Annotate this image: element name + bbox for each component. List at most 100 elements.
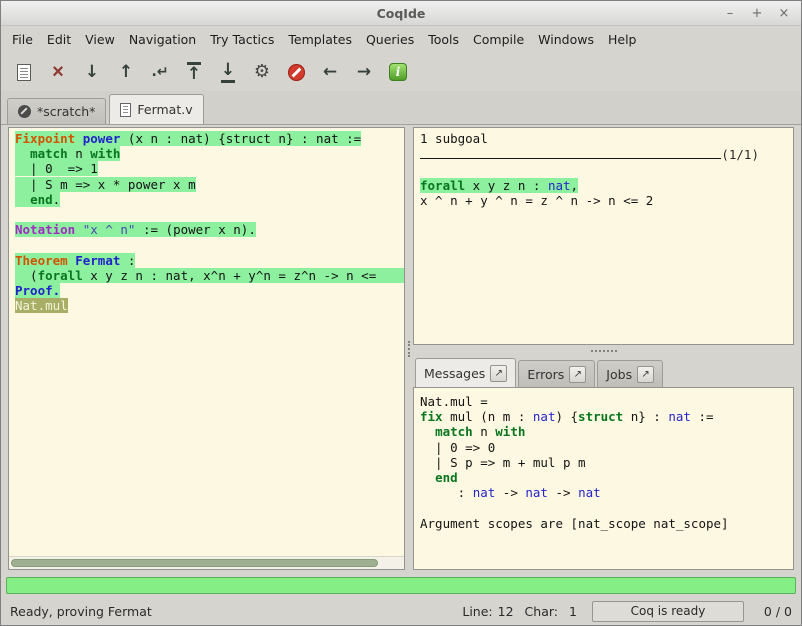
code-line: Notation "x ^ n" := (power x n). — [15, 222, 404, 237]
tab-errors[interactable]: Errors ↗ — [518, 360, 595, 387]
minimize-button[interactable]: – — [724, 7, 736, 20]
progress-bar — [6, 577, 796, 594]
menu-file[interactable]: File — [5, 28, 40, 51]
code-line: (1/1) — [420, 147, 787, 162]
tab-scratch-label: *scratch* — [37, 104, 95, 119]
code-line: 1 subgoal — [420, 131, 787, 146]
script-editor-pane: Fixpoint power (x n : nat) {struct n} : … — [8, 127, 405, 570]
goal-separator-rule — [420, 158, 721, 159]
line-label: Line: — [462, 604, 492, 619]
close-window-button[interactable]: × — [778, 7, 790, 20]
gear-icon: ⚙ — [254, 63, 270, 81]
char-label: Char: — [525, 604, 558, 619]
menu-bar: File Edit View Navigation Try Tactics Te… — [1, 26, 801, 53]
buffer-tab-strip: *scratch* Fermat.v — [1, 91, 801, 125]
code-line: match n with — [420, 424, 787, 439]
tab-jobs-label: Jobs — [606, 367, 632, 382]
up-to-start-icon: ↑ — [187, 62, 201, 83]
status-message: Ready, proving Fermat — [10, 604, 462, 619]
menu-queries[interactable]: Queries — [359, 28, 421, 51]
main-area: Fixpoint power (x n : nat) {struct n} : … — [1, 125, 801, 573]
code-line: | 0 => 0 — [420, 440, 787, 455]
document-icon — [120, 103, 131, 117]
code-line: end — [420, 470, 787, 485]
close-buffer-button[interactable]: × — [43, 57, 73, 87]
tab-fermat[interactable]: Fermat.v — [109, 94, 203, 124]
coq-status-indicator: Coq is ready — [592, 601, 744, 622]
code-line: end. — [15, 192, 404, 207]
code-line: Fixpoint power (x n : nat) {struct n} : … — [15, 131, 404, 146]
detach-jobs-button[interactable]: ↗ — [637, 366, 654, 383]
tab-errors-label: Errors — [527, 367, 564, 382]
info-icon: i — [389, 63, 407, 81]
code-line: | 0 => 1 — [15, 161, 404, 176]
step-backward-button[interactable]: ↑ — [111, 57, 141, 87]
line-value: 12 — [498, 604, 514, 619]
code-line — [420, 500, 787, 515]
maximize-button[interactable]: + — [751, 7, 763, 20]
menu-try-tactics[interactable]: Try Tactics — [203, 28, 281, 51]
code-line — [420, 162, 787, 177]
right-arrow-icon: → — [357, 64, 371, 81]
menu-windows[interactable]: Windows — [531, 28, 601, 51]
vertical-splitter[interactable] — [405, 127, 413, 570]
go-to-cursor-icon: .↵ — [151, 65, 168, 79]
down-to-end-icon: ↓ — [221, 62, 235, 83]
tab-messages[interactable]: Messages ↗ — [415, 358, 516, 387]
go-to-cursor-button[interactable]: .↵ — [145, 57, 175, 87]
menu-view[interactable]: View — [78, 28, 122, 51]
restart-button[interactable]: ↑ — [179, 57, 209, 87]
menu-help[interactable]: Help — [601, 28, 644, 51]
coqide-window: CoqIde – + × File Edit View Navigation T… — [0, 0, 802, 626]
menu-edit[interactable]: Edit — [40, 28, 78, 51]
goal-counter: (1/1) — [721, 147, 759, 162]
code-line: forall x y z n : nat, — [420, 178, 787, 193]
status-bar: Ready, proving Fermat Line: 12 Char: 1 C… — [1, 597, 801, 625]
horizontal-splitter[interactable] — [413, 345, 794, 357]
menu-compile[interactable]: Compile — [466, 28, 531, 51]
down-arrow-icon: ↓ — [85, 64, 99, 81]
code-line: x ^ n + y ^ n = z ^ n -> n <= 2 — [420, 193, 787, 208]
tab-scratch[interactable]: *scratch* — [7, 98, 106, 124]
detach-icon: ↗ — [574, 369, 582, 380]
code-line: (forall x y z n : nat, x^n + y^n = z^n -… — [15, 268, 404, 283]
tab-jobs[interactable]: Jobs ↗ — [597, 360, 663, 387]
editor-hscrollbar[interactable] — [9, 556, 404, 569]
code-line: Nat.mul — [15, 298, 404, 313]
toolbar: × ↓ ↑ .↵ ↑ ↓ ⚙ ← → i — [1, 53, 801, 91]
window-controls: – + × — [724, 7, 801, 20]
left-arrow-icon: ← — [323, 64, 337, 81]
code-line: fix mul (n m : nat) {struct n} : nat := — [420, 409, 787, 424]
save-button[interactable] — [9, 57, 39, 87]
detach-icon: ↗ — [495, 368, 503, 379]
fully-check-button[interactable]: ⚙ — [247, 57, 277, 87]
code-line: | S p => m + mul p m — [420, 455, 787, 470]
hscrollbar-thumb[interactable] — [11, 559, 378, 567]
worker-ratio: 0 / 0 — [756, 604, 792, 619]
title-bar[interactable]: CoqIde – + × — [1, 1, 801, 26]
interrupt-button[interactable] — [281, 57, 311, 87]
next-occurrence-button[interactable]: → — [349, 57, 379, 87]
tab-messages-label: Messages — [424, 366, 485, 381]
about-button[interactable]: i — [383, 57, 413, 87]
detach-errors-button[interactable]: ↗ — [569, 366, 586, 383]
previous-occurrence-button[interactable]: ← — [315, 57, 345, 87]
code-line: : nat -> nat -> nat — [420, 485, 787, 500]
messages-content[interactable]: Nat.mul =fix mul (n m : nat) {struct n} … — [413, 387, 794, 570]
code-line: Argument scopes are [nat_scope nat_scope… — [420, 516, 787, 531]
menu-tools[interactable]: Tools — [421, 28, 466, 51]
go-to-end-button[interactable]: ↓ — [213, 57, 243, 87]
splitter-handle-dots — [408, 341, 410, 357]
code-line: | S m => x * power x m — [15, 177, 404, 192]
detach-messages-button[interactable]: ↗ — [490, 365, 507, 382]
code-line — [15, 207, 404, 222]
menu-navigation[interactable]: Navigation — [122, 28, 203, 51]
step-forward-button[interactable]: ↓ — [77, 57, 107, 87]
editor-code[interactable]: Fixpoint power (x n : nat) {struct n} : … — [9, 128, 404, 556]
code-line: Nat.mul = — [420, 394, 787, 409]
menu-templates[interactable]: Templates — [281, 28, 359, 51]
detach-icon: ↗ — [641, 369, 649, 380]
goals-content[interactable]: 1 subgoal(1/1) forall x y z n : nat,x ^ n… — [413, 127, 794, 345]
save-icon — [17, 64, 31, 81]
stop-icon — [288, 64, 305, 81]
